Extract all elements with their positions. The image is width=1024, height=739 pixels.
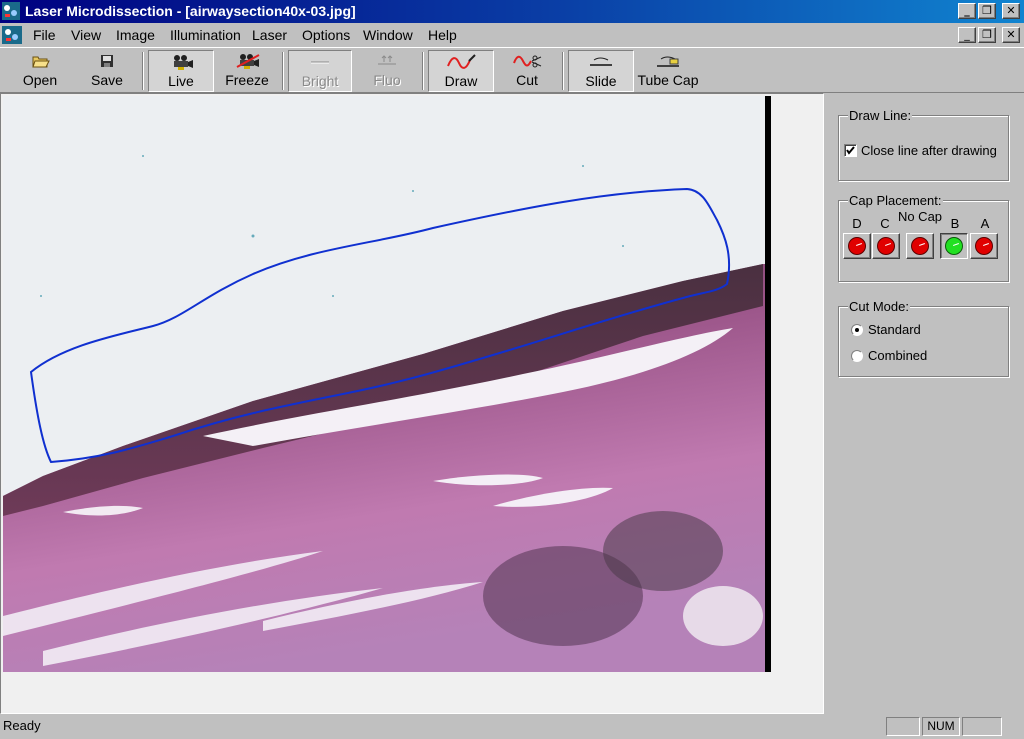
slide-icon [590,57,612,66]
save-label: Save [91,72,123,88]
cap-placement-title: Cap Placement: [848,193,943,208]
open-label: Open [22,72,58,88]
video-camera-icon [174,55,193,70]
tube-cap-icon [657,56,679,67]
fluorescence-icon [378,55,396,65]
draw-button[interactable]: Draw [428,50,494,92]
close-button[interactable]: ✕ [1002,3,1020,19]
cap-d-indicator-icon [848,237,866,255]
minimize-button[interactable]: _ [958,3,976,19]
tissue-section-image[interactable] [3,96,771,672]
status-pane-num: NUM [922,717,960,736]
menu-illumination[interactable]: Illumination [170,27,241,43]
draw-line-title: Draw Line: [848,108,913,123]
cap-a-label: A [980,216,990,231]
cap-d-button[interactable] [843,233,871,259]
cap-a-button[interactable] [970,233,998,259]
combined-radio[interactable] [851,350,863,362]
title-bar: Laser Microdissection - [airwaysection40… [0,0,1024,23]
fluo-label: Fluo [373,72,401,88]
toolbar-separator [282,52,284,90]
cap-b-label: B [950,216,960,231]
cap-a-indicator-icon [975,237,993,255]
cap-c-button[interactable] [872,233,900,259]
draw-line-icon [447,54,476,69]
open-button[interactable]: Open [8,50,72,92]
doc-close-button[interactable]: ✕ [1002,27,1020,43]
status-bar: Ready NUM [0,714,1024,739]
cap-placement-group: Cap Placement: D C No Cap B A [838,193,1009,282]
combined-label[interactable]: Combined [868,348,927,363]
tube-cap-label: Tube Cap [637,72,699,88]
toolbar-separator [142,52,144,90]
cut-mode-group: Cut Mode: Standard Combined [838,299,1009,377]
slide-label: Slide [585,73,617,89]
toolbar: Open Save Live Freeze Bright Fluo Draw C… [0,47,1024,93]
bright-button[interactable]: Bright [288,50,352,92]
close-line-label[interactable]: Close line after drawing [861,143,997,158]
toolbar-separator [562,52,564,90]
cut-button[interactable]: Cut [496,50,558,92]
status-pane-scroll [962,717,1002,736]
floppy-disk-icon [101,55,113,67]
window-title: Laser Microdissection - [airwaysection40… [25,3,356,19]
menu-options[interactable]: Options [302,27,350,43]
tube-cap-button[interactable]: Tube Cap [636,50,700,92]
menu-bar: File View Image Illumination Laser Optio… [0,23,1024,47]
document-icon[interactable] [2,26,22,44]
slide-button[interactable]: Slide [568,50,634,92]
cap-c-indicator-icon [877,237,895,255]
menu-help[interactable]: Help [428,27,457,43]
draw-label: Draw [444,73,478,89]
close-line-checkbox[interactable] [844,144,857,157]
live-label: Live [168,73,194,89]
cut-mode-title: Cut Mode: [848,299,910,314]
cap-b-button[interactable] [940,233,968,259]
laser-cut-icon [513,55,542,68]
live-button[interactable]: Live [148,50,214,92]
cap-c-label: C [880,216,890,231]
no-cap-label: No Cap [897,209,943,224]
cut-label: Cut [516,72,538,88]
brightfield-icon [311,61,329,64]
standard-label[interactable]: Standard [868,322,921,337]
menu-file[interactable]: File [33,27,56,43]
no-cap-indicator-icon [911,237,929,255]
save-button[interactable]: Save [76,50,138,92]
menu-window[interactable]: Window [363,27,413,43]
cap-d-label: D [852,216,862,231]
menu-image[interactable]: Image [116,27,155,43]
menu-laser[interactable]: Laser [252,27,287,43]
freeze-label: Freeze [225,72,269,88]
camera-freeze-icon [236,54,260,69]
toolbar-separator [422,52,424,90]
menu-view[interactable]: View [71,27,101,43]
fluo-button[interactable]: Fluo [356,50,418,92]
image-viewport[interactable] [0,93,824,714]
checkmark-icon [846,146,855,155]
no-cap-button[interactable] [906,233,934,259]
bright-label: Bright [301,73,339,89]
doc-restore-button[interactable]: ❐ [978,27,996,43]
freeze-button[interactable]: Freeze [216,50,278,92]
status-pane-caps [886,717,920,736]
status-text: Ready [3,718,41,733]
cap-b-indicator-icon [945,237,963,255]
draw-line-group: Draw Line: Close line after drawing [838,108,1009,181]
restore-button[interactable]: ❐ [978,3,996,19]
doc-minimize-button[interactable]: _ [958,27,976,43]
control-panel: Draw Line: Close line after drawing Cap … [824,93,1024,714]
app-icon [2,2,20,20]
standard-radio[interactable] [851,324,863,336]
folder-open-icon [32,56,50,68]
